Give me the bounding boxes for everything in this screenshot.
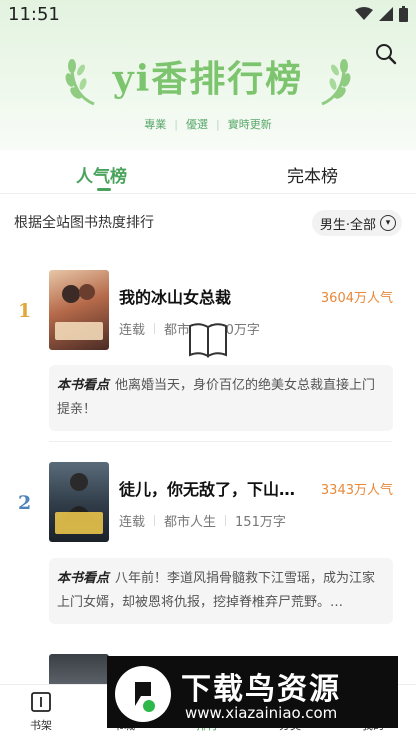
watermark-logo bbox=[115, 666, 171, 722]
status-bar: 11:51 bbox=[0, 0, 416, 30]
book-genre: 都市人生 bbox=[164, 515, 217, 530]
ranking-description: 根据全站图书热度排行 bbox=[14, 215, 154, 231]
blurb-label: 本书看点 bbox=[57, 571, 110, 586]
ranking-header: 11:51 yi香排行榜 專業 | 優選 | 實時更新 bbox=[0, 0, 416, 150]
signal-icon bbox=[379, 7, 393, 21]
nav-label: 书架 bbox=[30, 719, 52, 732]
book-title[interactable]: 我的冰山女总裁 bbox=[119, 284, 299, 308]
book-meta: 连载 都市人生 151万字 bbox=[119, 511, 286, 530]
book-status: 连载 bbox=[119, 323, 146, 338]
book-cover[interactable] bbox=[49, 654, 109, 684]
tagline-item: 優選 bbox=[186, 118, 208, 131]
nav-bookshelf[interactable]: 书架 bbox=[11, 691, 71, 733]
tagline-item: 專業 bbox=[144, 118, 167, 131]
book-blurb: 本书看点 八年前！李道风捐骨髓救下江雪瑶，成为江家上门女婿，却被恩将仇报，挖掉脊椎… bbox=[49, 558, 393, 624]
book-status: 连载 bbox=[119, 515, 146, 530]
watermark-url: www.xiazainiao.com bbox=[185, 704, 338, 722]
chevron-down-icon: ▾ bbox=[380, 215, 396, 231]
book-genre: 都市 bbox=[164, 323, 191, 338]
book-popularity: 3604万人气 bbox=[320, 291, 393, 306]
status-time: 11:51 bbox=[8, 4, 60, 25]
ranking-tabs: 人气榜 完本榜 bbox=[0, 150, 416, 194]
gender-filter-dropdown[interactable]: 男生·全部 ▾ bbox=[311, 210, 402, 236]
book-blurb: 本书看点 他离婚当天，身价百亿的绝美女总裁直接上门提亲！ bbox=[49, 365, 393, 431]
brand: yi香排行榜 bbox=[0, 50, 416, 102]
brand-tagline: 專業 | 優選 | 實時更新 bbox=[144, 118, 272, 131]
battery-icon bbox=[399, 6, 408, 22]
book-cover[interactable] bbox=[49, 270, 109, 350]
rank-number: 1 bbox=[18, 300, 32, 322]
book-title[interactable]: 徒儿，你无敌了，下山… bbox=[119, 476, 299, 500]
watermark-title: 下载鸟资源 bbox=[181, 672, 341, 707]
tab-popular[interactable]: 人气榜 bbox=[76, 162, 127, 187]
tab-active-indicator bbox=[97, 188, 111, 191]
book-word-count: 151万字 bbox=[235, 515, 286, 530]
bookshelf-icon bbox=[31, 692, 51, 712]
watermark-banner: 下载鸟资源 www.xiazainiao.com bbox=[107, 656, 398, 728]
blurb-label: 本书看点 bbox=[57, 378, 110, 393]
wifi-icon bbox=[355, 7, 373, 20]
filter-label: 男生·全部 bbox=[319, 217, 376, 233]
system-icons bbox=[355, 6, 408, 22]
tagline-item: 實時更新 bbox=[227, 118, 272, 131]
book-popularity: 3343万人气 bbox=[320, 483, 393, 498]
brand-title: yi香排行榜 bbox=[112, 58, 304, 100]
rank-number: 2 bbox=[18, 492, 32, 514]
tab-completed[interactable]: 完本榜 bbox=[287, 162, 338, 187]
book-cover[interactable] bbox=[49, 462, 109, 542]
list-divider bbox=[49, 441, 392, 442]
open-book-icon bbox=[189, 323, 227, 358]
